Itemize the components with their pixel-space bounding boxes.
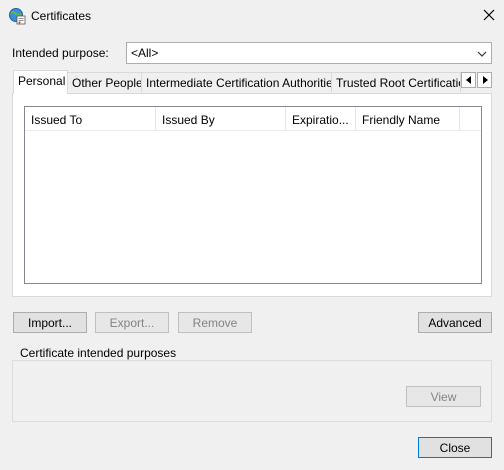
import-button[interactable]: Import... bbox=[13, 312, 87, 333]
intended-purposes-group-label: Certificate intended purposes bbox=[18, 346, 179, 360]
tab-trusted-root-ca[interactable]: Trusted Root Certification Authorities bbox=[331, 72, 461, 92]
column-friendly-name[interactable]: Friendly Name bbox=[356, 107, 460, 131]
intended-purpose-value: <All> bbox=[131, 46, 159, 60]
export-button[interactable]: Export... bbox=[95, 312, 169, 333]
column-label: Friendly Name bbox=[362, 113, 441, 127]
certificate-globe-icon bbox=[8, 7, 26, 25]
button-label: Import... bbox=[27, 316, 72, 330]
close-button[interactable]: Close bbox=[418, 437, 492, 458]
tab-other-people[interactable]: Other People bbox=[67, 72, 142, 92]
list-header: Issued To Issued By Expiratio... Friendl… bbox=[25, 107, 481, 131]
tab-label: Intermediate Certification Authorities bbox=[146, 76, 332, 90]
tab-intermediate-ca[interactable]: Intermediate Certification Authorities bbox=[141, 72, 332, 92]
button-label: Remove bbox=[192, 316, 238, 330]
tab-label: Personal bbox=[18, 74, 66, 88]
close-icon[interactable] bbox=[476, 2, 502, 28]
column-issued-by[interactable]: Issued By bbox=[156, 107, 286, 131]
intended-purpose-label: Intended purpose: bbox=[12, 46, 109, 60]
column-expiration[interactable]: Expiratio... bbox=[286, 107, 356, 131]
button-label: View bbox=[430, 390, 457, 404]
tab-label: Other People bbox=[72, 76, 142, 90]
column-label: Expiratio... bbox=[292, 113, 349, 127]
tab-panel: Issued To Issued By Expiratio... Friendl… bbox=[12, 93, 492, 297]
button-label: Export... bbox=[109, 316, 155, 330]
title-bar: Certificates bbox=[0, 0, 504, 32]
view-button[interactable]: View bbox=[406, 386, 481, 407]
remove-button[interactable]: Remove bbox=[178, 312, 252, 333]
tab-scroll-right-button[interactable] bbox=[477, 72, 492, 88]
window-title: Certificates bbox=[31, 9, 92, 23]
certificate-list[interactable]: Issued To Issued By Expiratio... Friendl… bbox=[24, 106, 482, 284]
column-label: Issued By bbox=[162, 113, 215, 127]
tab-personal[interactable]: Personal bbox=[13, 70, 68, 94]
column-issued-to[interactable]: Issued To bbox=[25, 107, 156, 131]
button-label: Close bbox=[439, 441, 471, 455]
advanced-button[interactable]: Advanced bbox=[418, 312, 492, 333]
tab-scroll-left-button[interactable] bbox=[461, 72, 476, 88]
button-label: Advanced bbox=[428, 316, 482, 330]
tab-label: Trusted Root Certification Authorities bbox=[336, 76, 460, 90]
chevron-down-icon bbox=[477, 48, 487, 58]
intended-purpose-dropdown[interactable]: <All> bbox=[126, 42, 492, 64]
column-label: Issued To bbox=[31, 113, 83, 127]
